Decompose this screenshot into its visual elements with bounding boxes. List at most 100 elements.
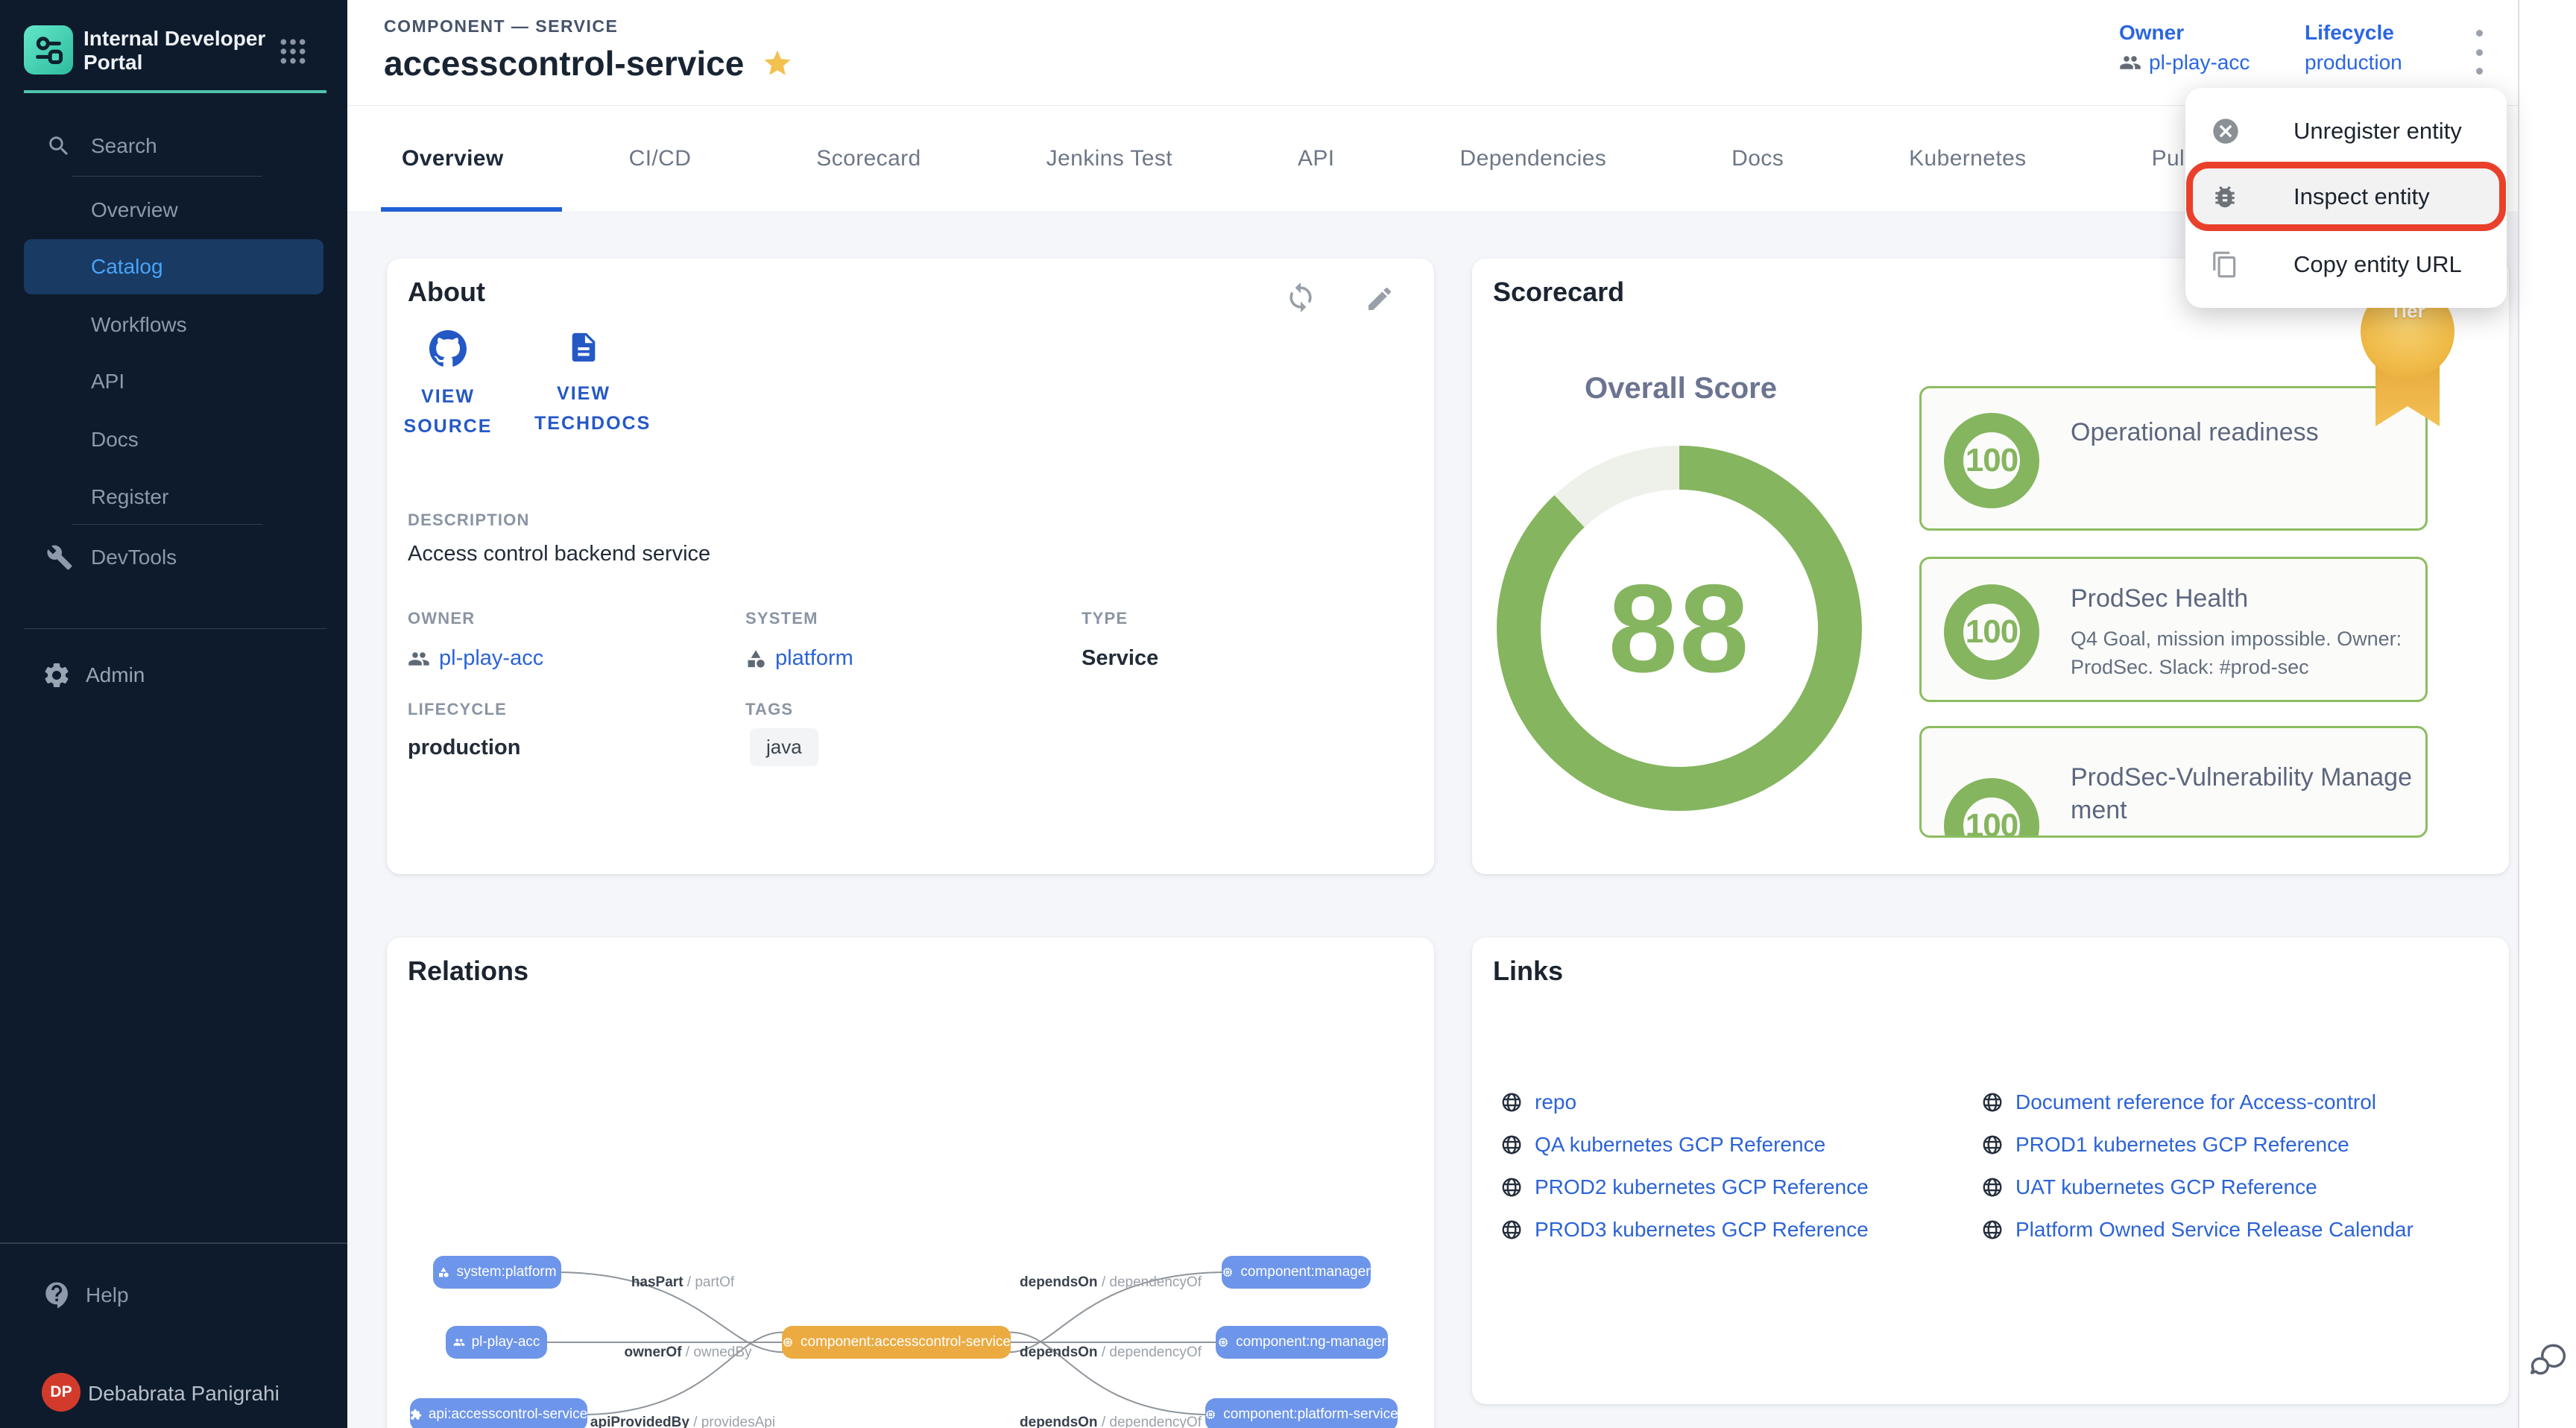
wrench-icon (46, 544, 73, 571)
link-item[interactable]: Platform Owned Service Release Calendar (1981, 1208, 2414, 1251)
link-item[interactable]: PROD3 kubernetes GCP Reference (1500, 1208, 1869, 1251)
check-score-ring: 100 (1944, 413, 2039, 508)
favorite-star-icon[interactable] (762, 48, 793, 79)
category-icon (438, 1266, 449, 1278)
help-chat-icon (42, 1280, 73, 1311)
globe-icon (1981, 1091, 2004, 1113)
about-card-title: About (408, 277, 485, 308)
tag-chip[interactable]: java (750, 728, 818, 766)
check-score-ring: 100 (1944, 778, 2039, 838)
edge-label-dependson-2: dependsOn / dependencyOf (1020, 1345, 1202, 1361)
sliders-logo-icon (31, 33, 66, 67)
link-item[interactable]: repo (1500, 1081, 1869, 1123)
sidebar-accent-rule (24, 90, 326, 93)
overall-score-value: 88 (1609, 557, 1751, 701)
relation-node-system-platform[interactable]: system:platform (433, 1256, 561, 1289)
sidebar-admin-label: Admin (86, 663, 145, 687)
scorecard-check-prodsec-vulnerability[interactable]: 100 ProdSec-Vulnerability Management (1919, 726, 2428, 838)
more-options-kebab-icon[interactable] (2463, 25, 2496, 79)
sidebar-item-help[interactable]: Help (0, 1280, 347, 1310)
relation-node-pl-play-acc[interactable]: pl-play-acc (446, 1326, 547, 1359)
sidebar-item-catalog[interactable]: Catalog (0, 252, 347, 282)
sidebar-item-admin[interactable]: Admin (0, 660, 347, 690)
sidebar-divider (24, 628, 326, 629)
globe-icon (1981, 1219, 2004, 1241)
sidebar-item-docs[interactable]: Docs (0, 425, 347, 455)
sidebar-divider (0, 1242, 347, 1244)
sidebar-item-register[interactable]: Register (0, 482, 347, 512)
globe-icon (1500, 1134, 1523, 1156)
tab-scorecard[interactable]: Scorecard (795, 146, 941, 171)
check-title: ProdSec Health (2071, 584, 2248, 613)
menu-item-unregister-entity[interactable]: Unregister entity (2185, 98, 2507, 164)
refresh-icon[interactable] (1284, 281, 1317, 317)
scorecard-card-title: Scorecard (1493, 277, 1624, 308)
apps-grid-icon[interactable] (279, 37, 307, 69)
link-item[interactable]: UAT kubernetes GCP Reference (1981, 1166, 2414, 1208)
link-item[interactable]: PROD2 kubernetes GCP Reference (1500, 1166, 1869, 1208)
owner-link[interactable]: pl-play-acc (2149, 51, 2250, 75)
tab-overview[interactable]: Overview (381, 146, 525, 171)
sidebar-item-workflows[interactable]: Workflows (0, 310, 347, 340)
entity-kind-breadcrumb: COMPONENT — SERVICE (384, 16, 618, 37)
copy-icon (2211, 250, 2239, 279)
scrollbar-gutter[interactable] (2518, 0, 2576, 1428)
active-tab-indicator (381, 207, 562, 212)
check-score-ring: 100 (1944, 584, 2039, 680)
globe-icon (1500, 1176, 1523, 1198)
globe-icon (1981, 1176, 2004, 1198)
tab-dependencies[interactable]: Dependencies (1439, 146, 1628, 171)
links-card-title: Links (1493, 955, 1563, 987)
techdocs-document-icon (566, 330, 601, 364)
user-avatar[interactable]: DP (42, 1373, 80, 1412)
about-owner-link[interactable]: pl-play-acc (439, 646, 543, 671)
link-item[interactable]: Document reference for Access-control (1981, 1081, 2414, 1123)
tab-docs[interactable]: Docs (1711, 146, 1805, 171)
owner-field-label: OWNER (408, 609, 475, 628)
globe-icon (1500, 1219, 1523, 1241)
edge-label-haspart: hasPart / partOf (631, 1274, 734, 1291)
user-name[interactable]: Debabrata Panigrahi (88, 1382, 280, 1406)
sidebar-item-devtools[interactable]: DevTools (0, 543, 347, 572)
link-item[interactable]: PROD1 kubernetes GCP Reference (1981, 1123, 2414, 1166)
tab-cicd[interactable]: CI/CD (608, 146, 713, 171)
support-chat-icon[interactable] (2527, 1339, 2570, 1386)
menu-item-copy-entity-url[interactable]: Copy entity URL (2185, 232, 2507, 297)
relation-node-component-manager[interactable]: component:manager (1222, 1256, 1371, 1289)
link-item[interactable]: QA kubernetes GCP Reference (1500, 1123, 1869, 1166)
sidebar-search[interactable]: Search (0, 131, 347, 161)
sidebar-devtools-label: DevTools (91, 546, 177, 569)
scorecard-check-prodsec-health[interactable]: 100 ProdSec Health Q4 Goal, mission impo… (1919, 557, 2428, 702)
sidebar-item-overview[interactable]: Overview (0, 195, 347, 225)
tier-badge-label: Tier (2390, 300, 2425, 379)
edge-label-dependson-1: dependsOn / dependencyOf (1020, 1274, 1202, 1291)
type-value: Service (1082, 646, 1158, 671)
cancel-circle-icon (2211, 116, 2241, 146)
edge-label-dependson-3: dependsOn / dependencyOf (1020, 1415, 1202, 1428)
edit-pencil-icon[interactable] (1365, 284, 1395, 317)
app-logo[interactable] (24, 25, 73, 75)
edge-label-ownerof: ownerOf / ownedBy (624, 1345, 751, 1361)
relation-node-component-ng-manager[interactable]: component:ng-manager (1216, 1326, 1388, 1359)
overall-score-gauge: 88 (1497, 446, 1862, 811)
tags-field-label: TAGS (745, 700, 793, 719)
relation-node-component-accesscontrol-service[interactable]: component:accesscontrol-service (782, 1326, 1011, 1359)
tab-api[interactable]: API (1277, 146, 1356, 171)
view-source-button[interactable]: VIEWSOURCE (399, 330, 497, 441)
relation-node-component-platform-service[interactable]: component:platform-service (1205, 1398, 1398, 1428)
sidebar-item-api[interactable]: API (0, 367, 347, 397)
lifecycle-field-label: LIFECYCLE (408, 700, 507, 719)
about-system-link[interactable]: platform (775, 646, 853, 671)
relation-node-api-accesscontrol-service[interactable]: api:accesscontrol-service (410, 1398, 587, 1428)
tab-kubernetes[interactable]: Kubernetes (1888, 146, 2047, 171)
sidebar-search-label: Search (91, 134, 157, 158)
tab-jenkins-test[interactable]: Jenkins Test (1026, 146, 1193, 171)
edge-label-apiprovidedby: apiProvidedBy / providesApi (590, 1415, 775, 1428)
bug-icon (2211, 183, 2239, 211)
chip-icon (1217, 1336, 1229, 1348)
menu-item-inspect-entity[interactable]: Inspect entity (2193, 168, 2499, 224)
scorecard-check-operational-readiness[interactable]: 100 Operational readiness (1919, 386, 2428, 531)
sidebar: Internal Developer Portal Search Overvie… (0, 0, 347, 1428)
view-techdocs-button[interactable]: VIEWTECHDOCS (534, 330, 633, 438)
lifecycle-value: production (2305, 51, 2402, 75)
